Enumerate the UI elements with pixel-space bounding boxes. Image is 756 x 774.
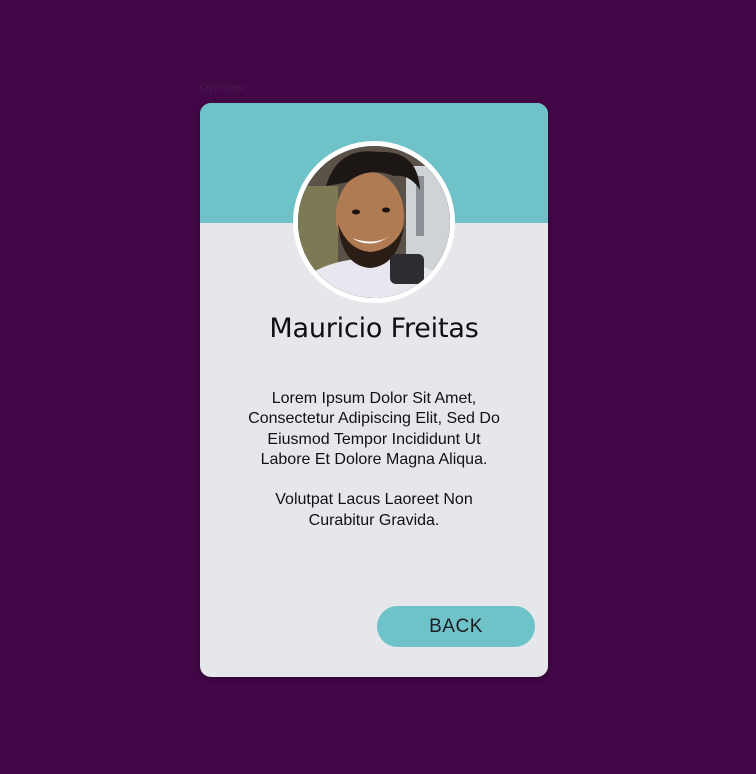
bio-paragraph: Lorem Ipsum Dolor Sit Amet, Consectetur … — [248, 390, 500, 468]
back-button[interactable]: BACK — [377, 606, 535, 647]
avatar-photo — [298, 146, 450, 298]
profile-bio: Lorem Ipsum Dolor Sit Amet, Consectetur … — [244, 389, 504, 531]
bio-paragraph: Volutpat Lacus Laoreet Non Curabitur Gra… — [275, 491, 473, 529]
frame-label: Overview — [200, 82, 246, 94]
avatar — [298, 146, 450, 298]
profile-name: Mauricio Freitas — [269, 313, 479, 344]
profile-card: Mauricio Freitas Lorem Ipsum Dolor Sit A… — [200, 103, 548, 677]
avatar-ring — [293, 141, 455, 303]
